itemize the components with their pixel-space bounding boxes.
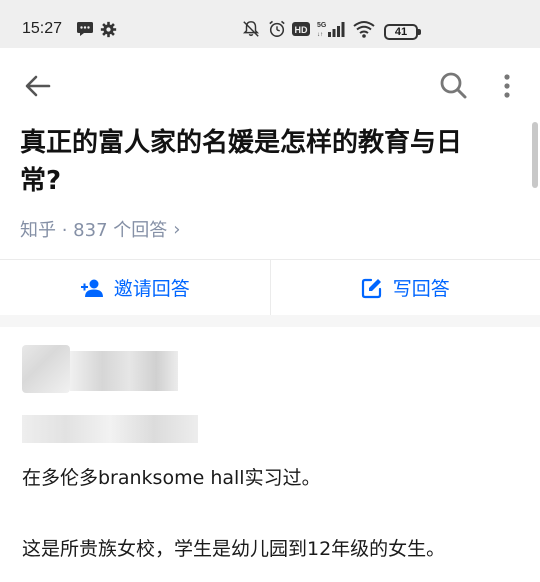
author-avatar-blurred[interactable]: [22, 345, 70, 393]
top-toolbar: [0, 48, 540, 124]
5g-signal-icon: 5G ↓↑: [316, 20, 346, 38]
search-icon: [440, 72, 467, 99]
message-icon: [76, 20, 94, 38]
battery-indicator: 41: [384, 24, 421, 40]
chevron-right-icon: ›: [173, 218, 181, 240]
question-meta-text: 知乎 · 837 个回答: [20, 220, 168, 241]
answer-card[interactable]: 在多伦多branksome hall实习过。 这是所贵族女校，学生是幼儿园到12…: [0, 327, 540, 582]
more-vertical-icon: [504, 74, 510, 98]
edit-pencil-icon: [361, 277, 383, 299]
author-bio-blurred: [22, 415, 198, 443]
write-answer-button[interactable]: 写回答: [271, 260, 540, 315]
svg-text:↓↑: ↓↑: [317, 32, 323, 38]
invite-answer-button[interactable]: 邀请回答: [0, 260, 270, 315]
hd-icon: HD: [292, 20, 310, 38]
question-actions: 邀请回答 写回答: [0, 259, 540, 316]
invite-answer-label: 邀请回答: [113, 278, 190, 300]
scrollbar-thumb[interactable]: [532, 122, 538, 188]
author-name-blurred[interactable]: [70, 351, 178, 391]
more-options-button[interactable]: [494, 68, 520, 104]
svg-text:HD: HD: [295, 25, 308, 35]
section-separator: [0, 315, 540, 327]
mute-bell-icon: [242, 20, 260, 38]
status-bar: 15:27 HD 5G ↓↑ 41: [0, 0, 540, 48]
question-meta-link[interactable]: 知乎 · 837 个回答 ›: [20, 216, 180, 242]
back-arrow-icon: [25, 75, 51, 97]
search-button[interactable]: [436, 68, 470, 102]
alarm-icon: [268, 20, 286, 38]
answer-paragraph: 在多伦多branksome hall实习过。: [22, 467, 321, 489]
svg-text:5G: 5G: [317, 22, 327, 29]
wifi-icon: [352, 20, 376, 38]
answer-paragraph: 这是所贵族女校，学生是幼儿园到12年级的女生。: [22, 538, 446, 560]
write-answer-label: 写回答: [392, 278, 450, 300]
status-time: 15:27: [22, 20, 63, 37]
back-button[interactable]: [20, 68, 56, 104]
question-title: 真正的富人家的名媛是怎样的教育与日常?: [20, 128, 463, 196]
settings-gear-icon: [100, 20, 117, 38]
add-person-icon: [80, 278, 104, 298]
